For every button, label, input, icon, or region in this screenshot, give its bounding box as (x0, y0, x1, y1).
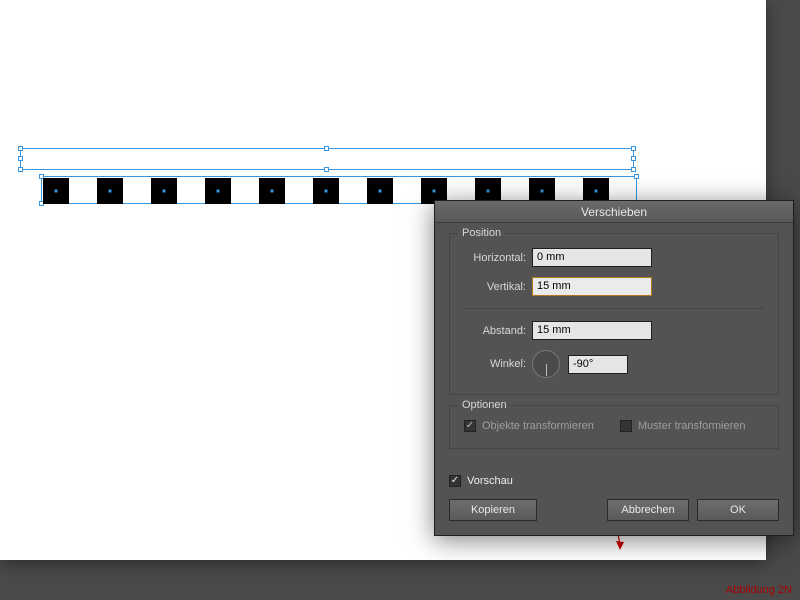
vertikal-input[interactable]: 15 mm (532, 277, 652, 296)
square-object[interactable] (313, 178, 339, 204)
abstand-label: Abstand: (464, 325, 532, 337)
resize-handle[interactable] (324, 167, 329, 172)
winkel-label: Winkel: (464, 358, 532, 370)
square-object[interactable] (151, 178, 177, 204)
vertikal-label: Vertikal: (464, 281, 532, 293)
selection-bbox-top[interactable] (20, 148, 634, 170)
optionen-legend: Optionen (458, 399, 511, 411)
position-fieldset: Position Horizontal: 0 mm Vertikal: 15 m… (449, 233, 779, 395)
abbrechen-button[interactable]: Abbrechen (607, 499, 689, 521)
horizontal-input[interactable]: 0 mm (532, 248, 652, 267)
checkbox-icon[interactable] (464, 420, 476, 432)
vorschau-label: Vorschau (467, 475, 513, 487)
position-legend: Position (458, 227, 505, 239)
resize-handle[interactable] (324, 146, 329, 151)
checkbox-icon[interactable] (620, 420, 632, 432)
square-object[interactable] (43, 178, 69, 204)
resize-handle[interactable] (18, 146, 23, 151)
move-dialog: Verschieben Position Horizontal: 0 mm Ve… (434, 200, 794, 536)
resize-handle[interactable] (631, 146, 636, 151)
ok-button[interactable]: OK (697, 499, 779, 521)
optionen-fieldset: Optionen Objekte transformieren Muster t… (449, 405, 779, 449)
square-object[interactable] (259, 178, 285, 204)
kopieren-button[interactable]: Kopieren (449, 499, 537, 521)
square-object[interactable] (205, 178, 231, 204)
square-object[interactable] (367, 178, 393, 204)
resize-handle[interactable] (631, 167, 636, 172)
checkbox-icon[interactable] (449, 475, 461, 487)
square-object[interactable] (97, 178, 123, 204)
resize-handle[interactable] (634, 174, 639, 179)
dialog-title[interactable]: Verschieben (435, 201, 793, 223)
resize-handle[interactable] (18, 156, 23, 161)
abstand-input[interactable]: 15 mm (532, 321, 652, 340)
resize-handle[interactable] (631, 156, 636, 161)
horizontal-label: Horizontal: (464, 252, 532, 264)
resize-handle[interactable] (18, 167, 23, 172)
figure-caption: Abbildung 2N (726, 584, 792, 596)
winkel-input[interactable]: -90° (568, 355, 628, 374)
muster-transformieren-label: Muster transformieren (638, 420, 746, 432)
angle-dial[interactable] (532, 350, 560, 378)
objekte-transformieren-label: Objekte transformieren (482, 420, 594, 432)
fieldset-divider (464, 308, 764, 309)
